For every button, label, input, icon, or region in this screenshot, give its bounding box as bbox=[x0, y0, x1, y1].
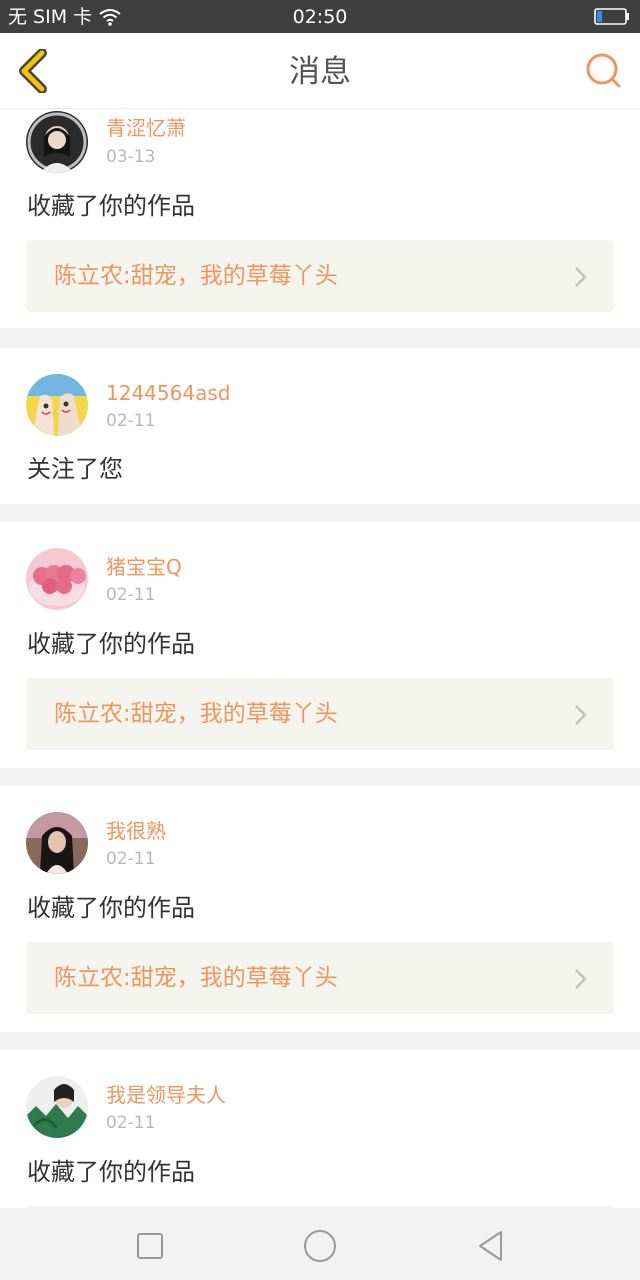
work-link[interactable]: 陈立农:甜宠，我的草莓丫头 bbox=[26, 678, 614, 750]
message-date: 02-11 bbox=[106, 849, 156, 869]
user-name[interactable]: 我很熟 bbox=[106, 818, 166, 844]
action-text: 收藏了你的作品 bbox=[27, 192, 195, 220]
top-bar: 消息 bbox=[0, 33, 640, 109]
work-title: 陈立农:甜宠，我的草莓丫头 bbox=[54, 965, 338, 991]
avatar[interactable] bbox=[26, 1076, 88, 1138]
message-date: 02-11 bbox=[106, 1113, 156, 1133]
avatar[interactable] bbox=[26, 812, 88, 874]
message-card: 我很熟 02-11 收藏了你的作品 陈立农:甜宠，我的草莓丫头 bbox=[0, 786, 640, 1032]
avatar[interactable] bbox=[26, 374, 88, 436]
battery-icon bbox=[594, 8, 629, 25]
action-text: 收藏了你的作品 bbox=[27, 894, 195, 922]
system-nav-bar bbox=[0, 1208, 640, 1280]
chevron-right-icon bbox=[575, 705, 587, 725]
search-icon[interactable] bbox=[584, 51, 624, 91]
status-bar: 无 SIM 卡 02:50 bbox=[0, 0, 640, 33]
message-card: 我是领导夫人 02-11 收藏了你的作品 bbox=[0, 1050, 640, 1208]
avatar[interactable] bbox=[26, 548, 88, 610]
message-date: 02-11 bbox=[106, 585, 156, 605]
page-title: 消息 bbox=[289, 54, 351, 90]
status-time: 02:50 bbox=[292, 6, 348, 28]
back-triangle-icon[interactable] bbox=[474, 1228, 510, 1264]
work-title: 陈立农:甜宠，我的草莓丫头 bbox=[54, 701, 338, 727]
work-link[interactable]: 陈立农:甜宠，我的草莓丫头 bbox=[26, 240, 614, 312]
chevron-right-icon bbox=[575, 969, 587, 989]
message-card: 1244564asd 02-11 关注了您 bbox=[0, 348, 640, 504]
action-text: 收藏了你的作品 bbox=[27, 1158, 195, 1186]
user-name[interactable]: 猪宝宝Q bbox=[106, 554, 182, 580]
avatar[interactable] bbox=[26, 111, 88, 173]
message-date: 02-11 bbox=[106, 411, 156, 431]
work-title: 陈立农:甜宠，我的草莓丫头 bbox=[54, 263, 338, 289]
message-date: 03-13 bbox=[106, 147, 156, 167]
message-card: 青涩忆萧 03-13 收藏了你的作品 陈立农:甜宠，我的草莓丫头 bbox=[0, 109, 640, 328]
chevron-right-icon bbox=[575, 267, 587, 287]
message-card: 猪宝宝Q 02-11 收藏了你的作品 陈立农:甜宠，我的草莓丫头 bbox=[0, 522, 640, 768]
home-icon[interactable] bbox=[302, 1228, 338, 1264]
action-text: 关注了您 bbox=[27, 455, 123, 483]
recent-apps-icon[interactable] bbox=[132, 1228, 168, 1264]
user-name[interactable]: 青涩忆萧 bbox=[106, 115, 186, 141]
user-name[interactable]: 1244564asd bbox=[106, 380, 230, 406]
user-name[interactable]: 我是领导夫人 bbox=[106, 1082, 226, 1108]
action-text: 收藏了你的作品 bbox=[27, 630, 195, 658]
work-link[interactable]: 陈立农:甜宠，我的草莓丫头 bbox=[26, 942, 614, 1014]
